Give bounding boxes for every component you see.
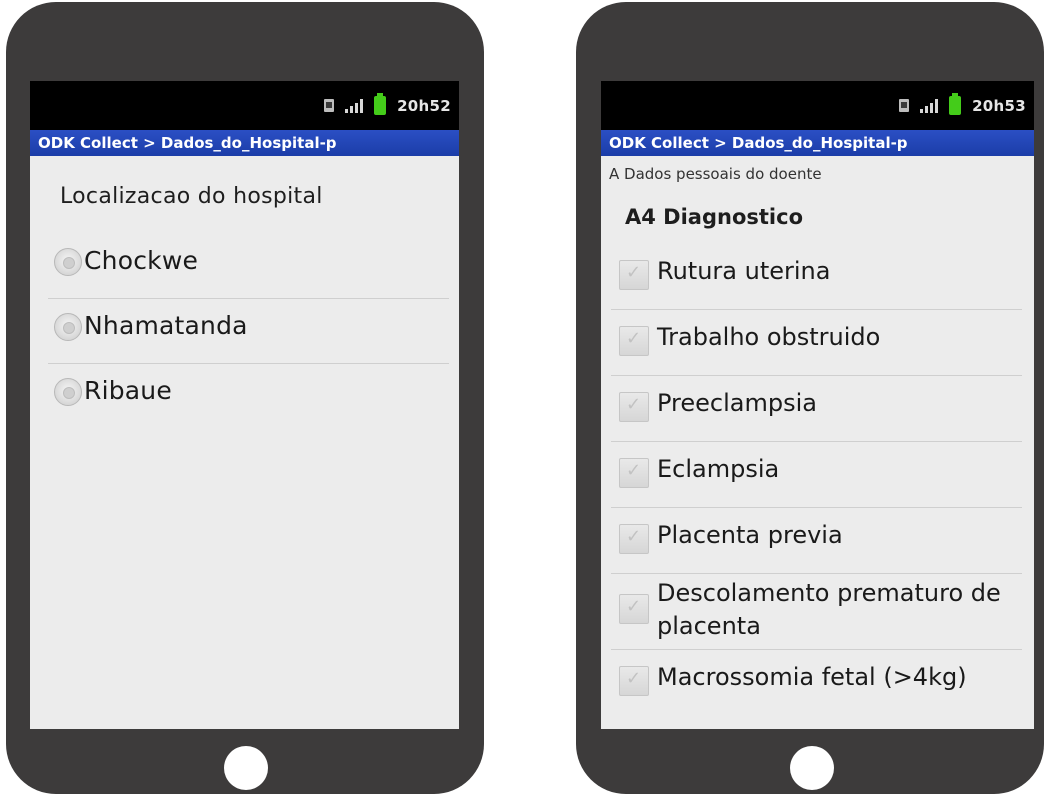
screen-left: 20h52 ODK Collect > Dados_do_Hospital-p …	[30, 81, 459, 729]
battery-icon	[374, 93, 387, 115]
checkbox-icon[interactable]	[619, 524, 649, 554]
signal-strength-icon	[920, 98, 939, 113]
checkbox-group: Rutura uterina Trabalho obstruido Preecl…	[601, 244, 1034, 715]
status-bar: 20h52	[30, 81, 459, 130]
app-title-bar: ODK Collect > Dados_do_Hospital-p	[30, 130, 459, 156]
checkbox-option-label: Placenta previa	[657, 521, 843, 549]
checkbox-icon[interactable]	[619, 666, 649, 696]
home-button[interactable]	[790, 746, 834, 790]
checkbox-option-label: Trabalho obstruido	[657, 323, 881, 351]
radio-option-label: Nhamatanda	[84, 311, 248, 340]
radio-option-label: Ribaue	[84, 376, 172, 405]
phone-left: 20h52 ODK Collect > Dados_do_Hospital-p …	[6, 2, 484, 794]
radio-button-icon[interactable]	[54, 313, 82, 341]
question-label: Localizacao do hospital	[60, 184, 323, 209]
form-content: A Dados pessoais do doente A4 Diagnostic…	[601, 156, 1034, 729]
checkbox-option-label: Preeclampsia	[657, 389, 817, 417]
checkbox-option-label: Eclampsia	[657, 455, 780, 483]
checkbox-option-descolamento[interactable]: Descolamento prematuro de placenta	[611, 574, 1022, 650]
status-time: 20h52	[397, 96, 451, 115]
checkbox-icon[interactable]	[619, 260, 649, 290]
checkbox-option-eclampsia[interactable]: Eclampsia	[611, 442, 1022, 508]
radio-group: Chockwe Nhamatanda Ribaue	[30, 234, 459, 428]
checkbox-option-label: Descolamento prematuro de placenta	[657, 579, 1001, 640]
radio-option-nhamatanda[interactable]: Nhamatanda	[48, 299, 449, 364]
radio-button-icon[interactable]	[54, 248, 82, 276]
sim-card-icon	[324, 99, 335, 112]
checkbox-option-label: Macrossomia fetal (>4kg)	[657, 663, 967, 691]
checkbox-option-placenta-previa[interactable]: Placenta previa	[611, 508, 1022, 574]
status-icons: 20h53	[899, 81, 1026, 130]
radio-button-icon[interactable]	[54, 378, 82, 406]
signal-strength-icon	[345, 98, 364, 113]
checkbox-option-macrossomia-fetal[interactable]: Macrossomia fetal (>4kg)	[611, 650, 1022, 715]
checkbox-icon[interactable]	[619, 458, 649, 488]
form-content: Localizacao do hospital Chockwe Nhamatan…	[30, 156, 459, 729]
checkbox-icon[interactable]	[619, 326, 649, 356]
group-label: A Dados pessoais do doente	[609, 165, 822, 183]
status-bar: 20h53	[601, 81, 1034, 130]
sim-card-icon	[899, 99, 910, 112]
phone-right: 20h53 ODK Collect > Dados_do_Hospital-p …	[576, 2, 1044, 794]
home-button[interactable]	[224, 746, 268, 790]
checkbox-option-rutura-uterina[interactable]: Rutura uterina	[611, 244, 1022, 310]
radio-option-chockwe[interactable]: Chockwe	[48, 234, 449, 299]
checkbox-option-preeclampsia[interactable]: Preeclampsia	[611, 376, 1022, 442]
battery-icon	[949, 93, 962, 115]
radio-option-ribaue[interactable]: Ribaue	[48, 364, 449, 428]
app-title-bar: ODK Collect > Dados_do_Hospital-p	[601, 130, 1034, 156]
question-label: A4 Diagnostico	[625, 205, 803, 229]
checkbox-option-label: Rutura uterina	[657, 257, 831, 285]
status-time: 20h53	[972, 96, 1026, 115]
checkbox-icon[interactable]	[619, 594, 649, 624]
checkbox-icon[interactable]	[619, 392, 649, 422]
screen-right: 20h53 ODK Collect > Dados_do_Hospital-p …	[601, 81, 1034, 729]
radio-option-label: Chockwe	[84, 246, 199, 275]
checkbox-option-trabalho-obstruido[interactable]: Trabalho obstruido	[611, 310, 1022, 376]
status-icons: 20h52	[324, 81, 451, 130]
